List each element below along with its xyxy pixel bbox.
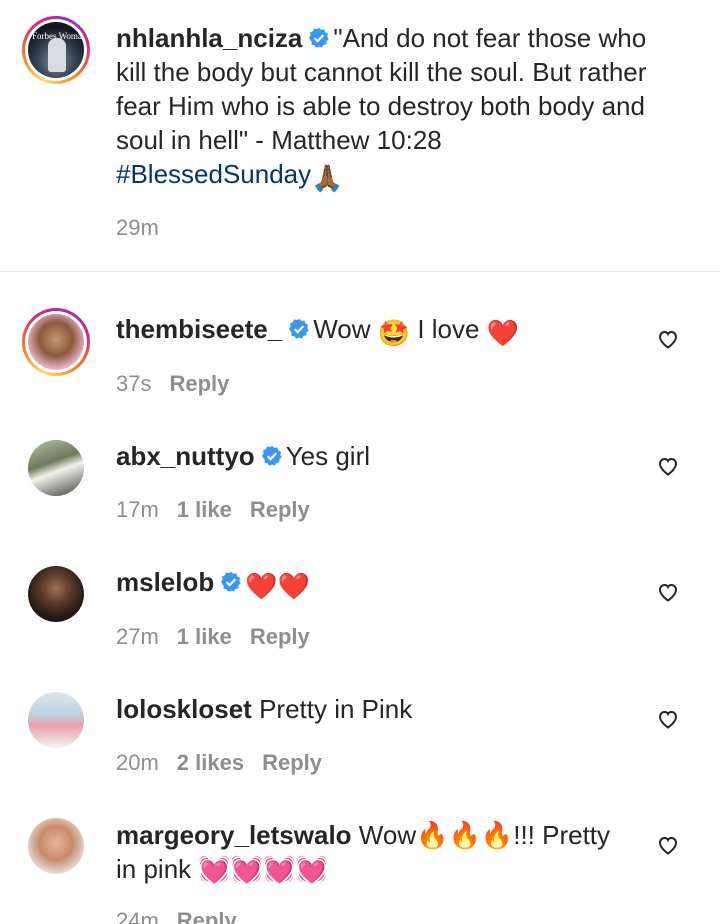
reply-button[interactable]: Reply: [262, 750, 322, 775]
comment-time: 17m: [116, 497, 159, 522]
reply-button[interactable]: Reply: [169, 371, 229, 396]
caption-line-1: "And do not fear those who: [333, 23, 647, 53]
praying-hands-emoji: 🙏🏾: [311, 163, 344, 193]
comment-text: mslelob ❤️❤️: [116, 565, 636, 603]
comment-time: 20m: [116, 750, 159, 775]
divider: [0, 271, 720, 272]
like-count[interactable]: 1 like: [177, 624, 232, 649]
comment-body: in pink 💓💓💓💓: [116, 854, 328, 884]
comment-body: I love: [410, 314, 487, 344]
star-struck-emoji: 🤩: [377, 318, 411, 348]
caption-line-3: fear Him who is able to destroy both bod…: [116, 91, 645, 121]
comment-meta: 17m 1 like Reply: [116, 495, 328, 525]
hashtag-link[interactable]: #BlessedSunday: [116, 159, 311, 189]
caption-meta: 29m: [116, 213, 177, 243]
comment-avatar[interactable]: [28, 440, 84, 496]
comment-text: abx_nuttyo Yes girl: [116, 439, 636, 473]
comment-username[interactable]: mslelob: [116, 567, 214, 597]
comment-text: loloskloset Pretty in Pink: [116, 692, 636, 726]
comment-username[interactable]: abx_nuttyo: [116, 441, 255, 471]
heart-outline-icon[interactable]: [656, 327, 680, 351]
caption-line-4: soul in hell" - Matthew 10:28: [116, 125, 442, 155]
caption-username[interactable]: nhlanhla_nciza: [116, 23, 302, 53]
comment-text: margeory_letswalo Wow🔥🔥🔥!!! Pretty in pi…: [116, 818, 636, 886]
comment-body: Wow🔥🔥🔥!!! Pretty: [358, 820, 611, 850]
comment-avatar[interactable]: [22, 308, 90, 376]
verified-badge-icon: [309, 27, 330, 48]
comment-meta: 24m Reply: [116, 906, 255, 924]
comment-meta: 20m 2 likes Reply: [116, 748, 340, 778]
heart-outline-icon[interactable]: [656, 454, 680, 478]
caption-avatar[interactable]: Forbes Woman: [22, 16, 90, 84]
comment-time: 27m: [116, 624, 159, 649]
caption-time: 29m: [116, 215, 159, 240]
comment-body: Wow: [313, 314, 378, 344]
comment-body: Yes girl: [285, 441, 370, 471]
verified-badge-icon: [221, 571, 241, 592]
heart-outline-icon[interactable]: [656, 580, 680, 604]
red-heart-emoji: ❤️: [486, 318, 520, 348]
comment-text: thembiseete_ Wow 🤩 I love ❤️: [116, 312, 636, 350]
caption-text: nhlanhla_nciza "And do not fear those who…: [116, 21, 696, 195]
reply-button[interactable]: Reply: [250, 497, 310, 522]
comment-body: Pretty in Pink: [259, 694, 413, 724]
comment-username[interactable]: margeory_letswalo: [116, 820, 352, 850]
caption-line-2: kill the body but cannot kill the soul. …: [116, 57, 647, 87]
comment-avatar[interactable]: [28, 692, 84, 748]
comment-body: ❤️❤️: [245, 571, 310, 601]
heart-outline-icon[interactable]: [656, 833, 680, 857]
like-count[interactable]: 2 likes: [177, 750, 244, 775]
comment-time: 37s: [116, 371, 152, 396]
reply-button[interactable]: Reply: [250, 624, 310, 649]
heart-outline-icon[interactable]: [656, 707, 680, 731]
reply-button[interactable]: Reply: [177, 908, 237, 924]
comment-username[interactable]: loloskloset: [116, 694, 252, 724]
verified-badge-icon: [289, 318, 309, 339]
caption-section: Forbes Woman nhlanhla_nciza "And do not f…: [0, 0, 720, 272]
avatar: [28, 314, 84, 370]
verified-badge-icon: [261, 445, 282, 466]
like-count[interactable]: 1 like: [177, 497, 232, 522]
forbes-cover-image: Forbes Woman: [28, 22, 84, 78]
comment-time: 24m: [116, 908, 159, 924]
comment-username[interactable]: thembiseete_: [116, 314, 282, 344]
comment-meta: 37s Reply: [116, 369, 247, 399]
comment-avatar[interactable]: [28, 566, 84, 622]
comment-meta: 27m 1 like Reply: [116, 622, 328, 652]
comment-avatar[interactable]: [28, 818, 84, 874]
